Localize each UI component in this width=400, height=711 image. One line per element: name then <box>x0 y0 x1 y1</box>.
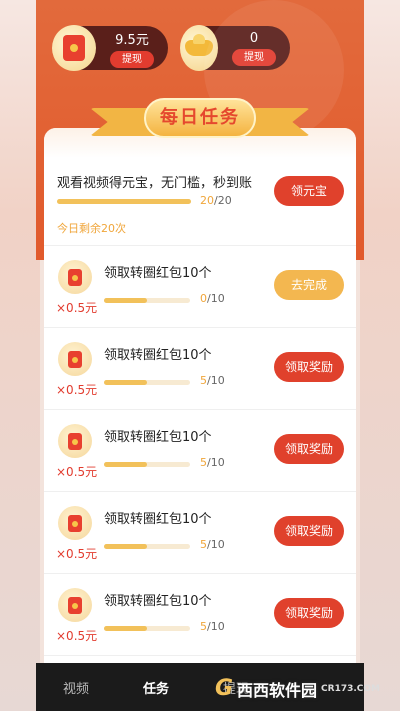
task-row: ×0.5元 领取转圈红包10个 5/10 领取奖励 <box>44 410 356 492</box>
red-packet-icon <box>58 342 92 376</box>
task-reward: ×0.5元 <box>56 301 98 315</box>
red-packet-icon <box>52 25 96 71</box>
video-task-progress-count: 20/20 <box>200 194 232 207</box>
watermark-brand: 西西软件园 <box>237 680 318 700</box>
task-progress-count: 5/10 <box>200 620 225 633</box>
task-progress-bar <box>104 544 190 549</box>
watermark: G 西西软件园 CR173.COM <box>215 676 380 701</box>
cash-balance-value: 9.5元 <box>115 32 149 48</box>
task-reward: ×0.5元 <box>56 465 98 479</box>
red-packet-icon <box>58 506 92 540</box>
task-progress-bar <box>104 462 190 467</box>
task-reward: ×0.5元 <box>56 629 98 643</box>
task-name: 领取转圈红包10个 <box>104 348 212 363</box>
cash-withdraw-button[interactable]: 提现 <box>110 50 154 68</box>
task-name: 领取转圈红包10个 <box>104 512 212 527</box>
task-row: ×0.5元 领取转圈红包10个 0/10 去完成 <box>44 246 356 328</box>
task-progress-bar <box>104 626 190 631</box>
task-row: ×0.5元 领取转圈红包10个 5/10 领取奖励 <box>44 328 356 410</box>
task-progress-count: 0/10 <box>200 292 225 305</box>
cash-balance-pill: 9.5元 提现 <box>52 25 168 71</box>
watermark-logo: G <box>214 676 234 701</box>
task-action-button[interactable]: 去完成 <box>274 270 344 300</box>
task-action-button[interactable]: 领取奖励 <box>274 434 344 464</box>
ingot-withdraw-button[interactable]: 提现 <box>232 48 276 66</box>
banner-title: 每日任务 <box>144 98 256 138</box>
task-row: ×0.5元 领取转圈红包10个 5/10 领取奖励 <box>44 492 356 574</box>
task-progress-bar <box>104 380 190 385</box>
red-packet-icon <box>58 260 92 294</box>
red-packet-icon <box>58 588 92 622</box>
watermark-url: CR173.COM <box>321 683 380 694</box>
video-task: 观看视频得元宝，无门槛，秒到账 20/20 今日剩余20次 领元宝 <box>44 168 356 246</box>
gold-ingot-icon <box>180 25 218 71</box>
task-progress-count: 5/10 <box>200 456 225 469</box>
tab-video[interactable]: 视频 <box>36 678 116 697</box>
task-action-button[interactable]: 领取奖励 <box>274 598 344 628</box>
ingot-balance-pill: 0 提现 <box>180 25 290 71</box>
red-packet-icon <box>58 424 92 458</box>
task-name: 领取转圈红包10个 <box>104 430 212 445</box>
task-reward: ×0.5元 <box>56 547 98 561</box>
right-blur-edge <box>360 0 400 711</box>
video-task-remaining: 今日剩余20次 <box>57 222 126 235</box>
video-task-progress-bar <box>57 199 191 204</box>
daily-task-banner: 每日任务 <box>90 94 310 144</box>
claim-ingot-button[interactable]: 领元宝 <box>274 176 344 206</box>
task-name: 领取转圈红包10个 <box>104 266 212 281</box>
tab-tasks[interactable]: 任务 <box>116 678 196 697</box>
left-blur-edge <box>0 0 40 711</box>
ingot-balance-value: 0 <box>249 30 259 46</box>
task-action-button[interactable]: 领取奖励 <box>274 352 344 382</box>
task-card: 观看视频得元宝，无门槛，秒到账 20/20 今日剩余20次 领元宝 ×0.5元 … <box>44 128 356 663</box>
task-progress-count: 5/10 <box>200 538 225 551</box>
task-name: 领取转圈红包10个 <box>104 594 212 609</box>
task-progress-bar <box>104 298 190 303</box>
task-reward: ×0.5元 <box>56 383 98 397</box>
task-row: ×0.5元 领取转圈红包10个 5/10 领取奖励 <box>44 574 356 656</box>
task-action-button[interactable]: 领取奖励 <box>274 516 344 546</box>
task-progress-count: 5/10 <box>200 374 225 387</box>
video-task-title: 观看视频得元宝，无门槛，秒到账 <box>57 176 253 191</box>
